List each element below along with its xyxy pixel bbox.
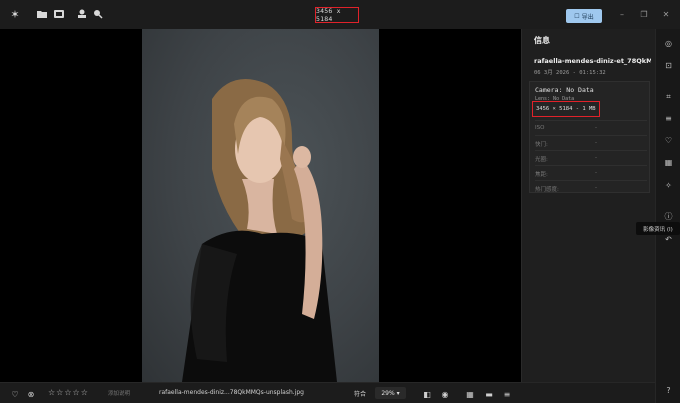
menu-icon[interactable]: ≡ — [502, 389, 512, 399]
right-tool-rail: ◎ ⊡ ⌗ ≡ ♡ ▦ ✧ ⓘ ↶ ? — [655, 29, 680, 403]
meta-key: 焦距: — [535, 172, 548, 178]
sparkle-icon[interactable]: ✶ — [10, 8, 20, 21]
title-bar: ✶ 3456 x 5184 ☐ 导出 – ❐ ✕ — [0, 0, 680, 30]
folder-icon[interactable] — [37, 9, 47, 19]
magic-icon[interactable]: ✧ — [663, 180, 674, 191]
help-icon[interactable]: ? — [663, 385, 674, 396]
chevron-down-icon: ▾ — [394, 389, 400, 397]
reject-icon[interactable]: ⊗ — [26, 389, 36, 399]
eye-icon[interactable]: ◉ — [440, 389, 450, 399]
file-name: rafaella-mendes-diniz-et_78QkMMQs — [534, 57, 651, 65]
album-icon[interactable] — [54, 9, 64, 19]
meta-value: - — [595, 125, 597, 131]
image-dimensions: 3456 x 5184 — [315, 7, 359, 23]
camera-info: Camera: No Data — [535, 86, 594, 94]
info-icon[interactable]: ⓘ — [663, 211, 674, 222]
heart-shield-icon[interactable]: ♡ — [663, 135, 674, 146]
crop-icon[interactable]: ⌗ — [663, 91, 674, 102]
heart-icon[interactable]: ♡ — [10, 389, 20, 399]
export-icon: ☐ — [574, 12, 580, 20]
minimize-icon[interactable]: – — [617, 9, 627, 19]
meta-key: 热门感度: — [535, 187, 559, 193]
add-caption-button[interactable]: 添加说明 — [108, 389, 130, 397]
info-panel: 信息 rafaella-mendes-diniz-et_78QkMMQs 06 … — [521, 29, 655, 382]
fit-button[interactable]: 符合 — [354, 389, 366, 398]
stamp-icon[interactable] — [77, 9, 87, 19]
meta-row-aperture: 光圈: - — [535, 150, 647, 165]
filmstrip-icon[interactable]: ▬ — [484, 389, 494, 399]
export-label: 导出 — [581, 13, 594, 21]
meta-key: ISO — [535, 125, 545, 131]
sliders-icon[interactable]: ≡ — [663, 113, 674, 124]
compare-icon[interactable]: ◧ — [422, 389, 432, 399]
close-icon[interactable]: ✕ — [661, 9, 671, 19]
meta-row-shutter: 快门: - — [535, 135, 647, 150]
zoom-select[interactable]: 29% ▾ — [375, 387, 406, 399]
dimensions-size: 3456 × 5184 - 1 MB — [532, 101, 600, 117]
zoom-value: 29% — [381, 389, 395, 397]
meta-row-iso: ISO - — [535, 120, 647, 135]
maximize-icon[interactable]: ❐ — [639, 9, 649, 19]
info-tooltip: 影像资讯 (I) — [636, 222, 680, 235]
star-rating[interactable]: ☆☆☆☆☆ — [48, 388, 89, 397]
bottom-file-name: rafaella-mendes-diniz...78QkMMQs-unsplas… — [159, 389, 304, 396]
meta-key: 快门: — [535, 142, 548, 148]
meta-key: 光圈: — [535, 157, 548, 163]
search-person-icon[interactable] — [93, 9, 103, 19]
photo-preview — [142, 29, 379, 382]
panel-title: 信息 — [534, 36, 550, 45]
bottom-bar: ♡ ⊗ ☆☆☆☆☆ 添加说明 rafaella-mendes-diniz...7… — [0, 382, 655, 403]
grid-view-icon[interactable]: ▦ — [465, 389, 475, 399]
face-scan-icon[interactable]: ⊡ — [663, 60, 674, 71]
grid-icon[interactable]: ▦ — [663, 157, 674, 168]
meta-value: - — [595, 170, 597, 176]
meta-row-focal: 焦距: - — [535, 165, 647, 180]
meta-row-sensitivity: 热门感度: - — [535, 180, 647, 195]
meta-value: - — [595, 185, 597, 191]
adjust-icon[interactable]: ◎ — [663, 38, 674, 49]
meta-value: - — [595, 140, 597, 146]
history-icon[interactable]: ↶ — [663, 234, 674, 245]
capture-date: 06 3月 2026 - 01:15:32 — [534, 70, 606, 76]
export-button[interactable]: ☐ 导出 — [566, 9, 602, 23]
image-canvas[interactable] — [0, 29, 521, 382]
metadata-box: Camera: No Data Lens: No Data 3456 × 518… — [529, 81, 650, 193]
meta-value: - — [595, 155, 597, 161]
